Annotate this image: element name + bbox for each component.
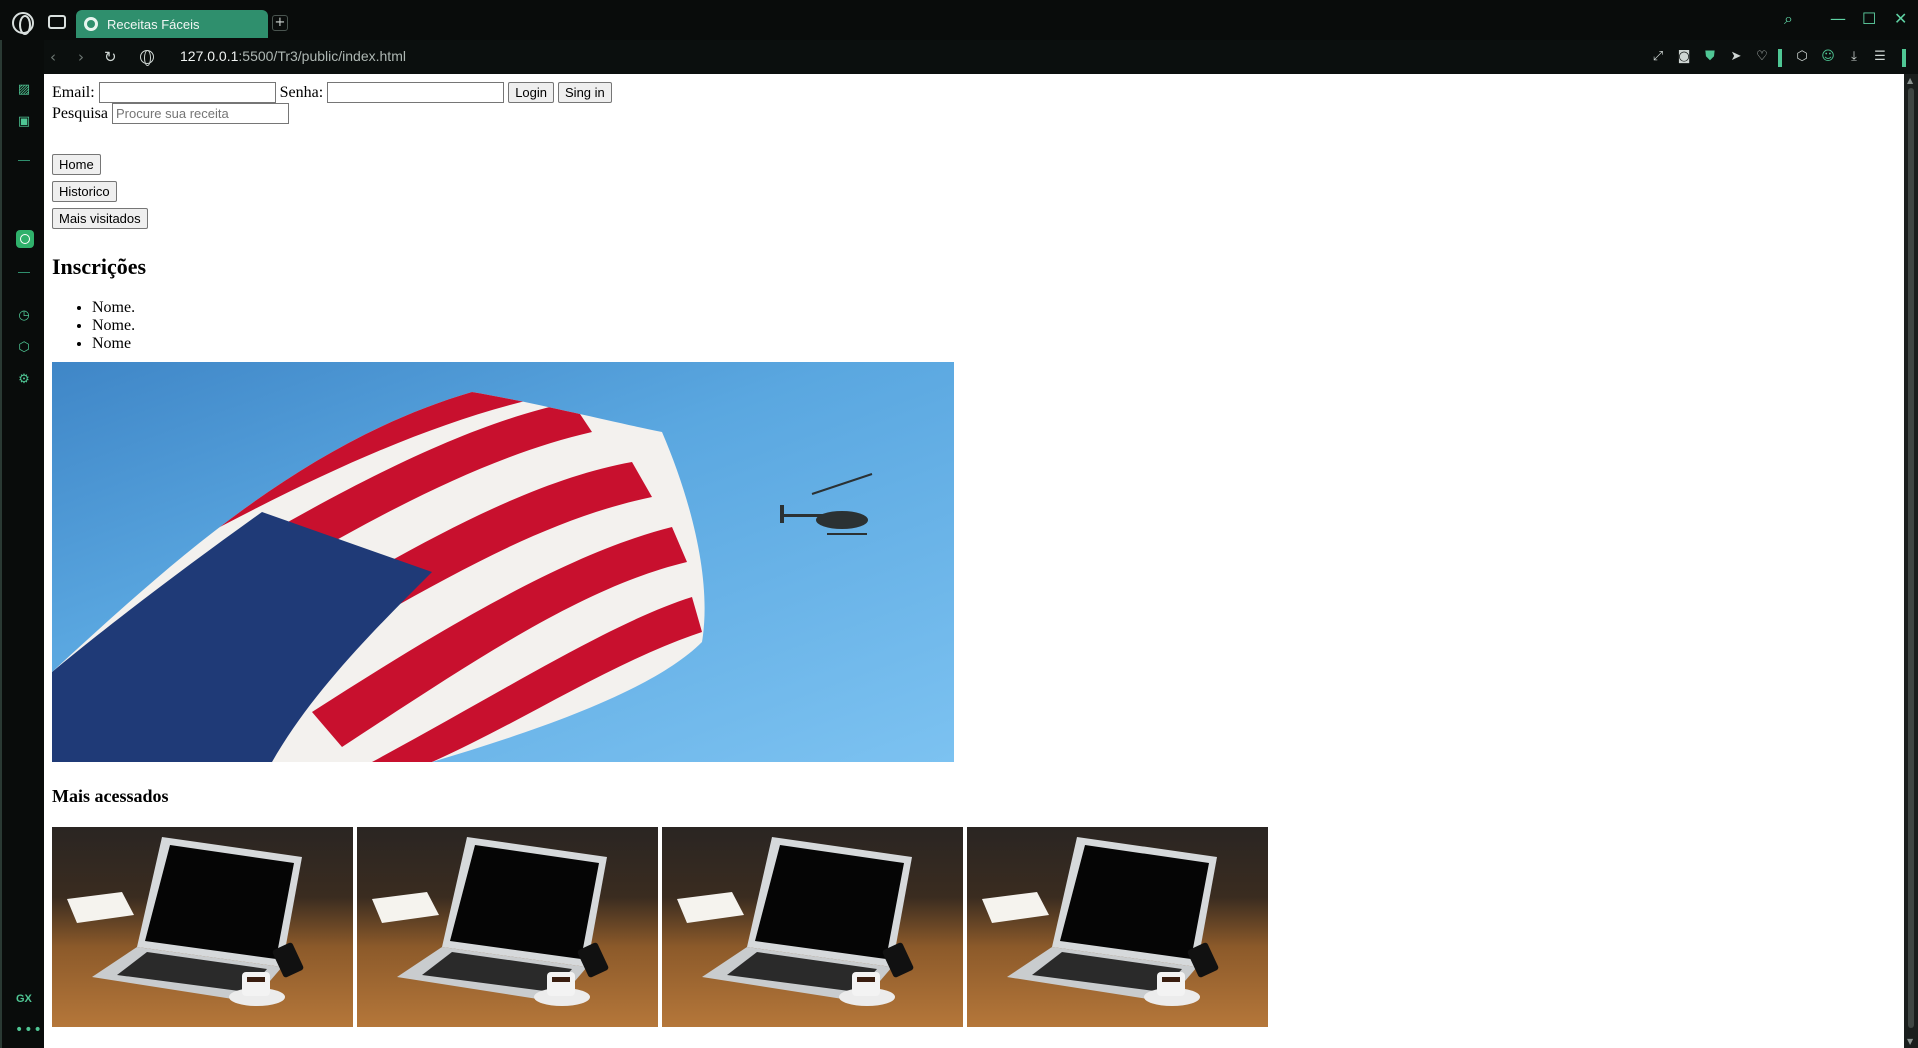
password-field[interactable] <box>327 82 505 103</box>
list-item: Nome. <box>92 299 1896 317</box>
toolbar-edge-bar <box>1902 49 1906 67</box>
sign-in-button[interactable]: Sing in <box>558 82 612 103</box>
sidebar-divider <box>18 272 30 273</box>
list-item: Nome <box>92 335 1896 353</box>
search-tabs-icon[interactable]: ⌕ <box>1784 9 1793 29</box>
snapshot-icon[interactable]: ◙ <box>1676 49 1692 65</box>
profile-icon[interactable]: ☺ <box>1820 49 1836 65</box>
most-accessed-gallery <box>52 827 1896 1027</box>
flow-send-icon[interactable]: ➤ <box>1728 49 1744 65</box>
recipe-thumbnail[interactable] <box>52 827 353 1027</box>
history-clock-icon[interactable]: ◷ <box>16 308 32 324</box>
maximize-icon[interactable]: ☐ <box>1862 9 1876 28</box>
nav-buttons: Home Historico Mais visitados <box>52 154 1896 235</box>
download-icon[interactable]: ⤓ <box>1846 49 1862 65</box>
laptop-illustration <box>982 837 1219 1006</box>
page-scrollbar[interactable]: ▲ ▼ <box>1904 74 1918 1048</box>
page-viewport: Email: Senha: Login Sing in Pesquisa Hom… <box>44 74 1904 1048</box>
list-item: Nome. <box>92 317 1896 335</box>
search-input[interactable] <box>112 103 289 124</box>
recipe-thumbnail[interactable] <box>967 827 1268 1027</box>
url-host: 127.0.0.1 <box>180 48 239 64</box>
vpn-shield-icon[interactable]: ⛊ <box>1702 49 1718 65</box>
opera-menu-icon[interactable] <box>12 12 34 35</box>
history-button[interactable]: Historico <box>52 181 117 202</box>
extensions-cube-icon[interactable]: ⬡ <box>1794 49 1810 65</box>
gx-monitor-icon[interactable]: ▣ <box>16 114 32 130</box>
flag-helicopter-illustration <box>52 392 873 762</box>
laptop-illustration <box>677 837 914 1006</box>
url-field[interactable]: 127.0.0.1:5500/Tr3/public/index.html <box>180 48 406 64</box>
subscriptions-heading: Inscrições <box>52 254 147 279</box>
settings-gear-icon[interactable]: ⚙ <box>16 372 32 388</box>
site-info-icon[interactable] <box>140 50 154 66</box>
more-options-icon[interactable]: ••• <box>15 1022 43 1038</box>
gx-logo: GX <box>16 993 32 1005</box>
search-row: Pesquisa <box>52 103 1896 124</box>
tab-strip: Receitas Fáceis + ⌕ — ☐ ✕ <box>0 0 1918 40</box>
tab-title: Receitas Fáceis <box>107 16 200 32</box>
whatsapp-icon[interactable] <box>16 230 34 248</box>
gx-control-icon[interactable]: ▨ <box>16 82 32 98</box>
scroll-up-icon[interactable]: ▲ <box>1907 76 1913 85</box>
extensions-icon[interactable]: ⬡ <box>16 340 32 356</box>
login-button[interactable]: Login <box>508 82 555 103</box>
favorites-heart-icon[interactable]: ♡ <box>1754 49 1770 65</box>
login-row: Email: Senha: Login Sing in <box>52 82 1896 103</box>
sidebar: ▨ ▣ ◷ ⬡ ⚙ GX ••• <box>0 40 44 1048</box>
close-icon[interactable]: ✕ <box>1894 9 1907 28</box>
toolbar-separator <box>1778 49 1782 67</box>
recipe-thumbnail[interactable] <box>662 827 963 1027</box>
url-path: :5500/Tr3/public/index.html <box>238 48 406 64</box>
easy-menu-icon[interactable]: ☰ <box>1872 49 1888 65</box>
scroll-down-icon[interactable]: ▼ <box>1907 1037 1913 1046</box>
helicopter-icon <box>780 473 873 535</box>
recipe-thumbnail[interactable] <box>357 827 658 1027</box>
subscriptions-list: Nome. Nome. Nome <box>92 299 1896 353</box>
most-visited-button[interactable]: Mais visitados <box>52 208 148 229</box>
most-accessed-heading: Mais acessados <box>52 786 169 806</box>
easy-setup-icon[interactable]: ⤢ <box>1650 49 1666 65</box>
address-bar-row: ‹ › ↻ 127.0.0.1:5500/Tr3/public/index.ht… <box>44 40 1918 74</box>
email-label: Email: <box>52 83 95 101</box>
scrollbar-thumb[interactable] <box>1908 88 1914 1028</box>
gx-corner-icon[interactable] <box>48 15 66 29</box>
hero-image <box>52 362 954 762</box>
search-label: Pesquisa <box>52 104 108 122</box>
laptop-illustration <box>372 837 609 1006</box>
minimize-icon[interactable]: — <box>1830 9 1846 28</box>
password-label: Senha: <box>279 83 324 101</box>
home-button[interactable]: Home <box>52 154 101 175</box>
back-icon[interactable]: ‹ <box>50 48 56 66</box>
reload-icon[interactable]: ↻ <box>104 48 117 66</box>
laptop-illustration <box>67 837 304 1006</box>
forward-icon[interactable]: › <box>78 48 84 66</box>
sidebar-divider <box>18 160 30 161</box>
tab-receitas-faceis[interactable]: Receitas Fáceis <box>76 10 268 38</box>
new-tab-button[interactable]: + <box>272 15 288 31</box>
email-field[interactable] <box>98 82 276 103</box>
tab-favicon-icon <box>84 17 98 31</box>
